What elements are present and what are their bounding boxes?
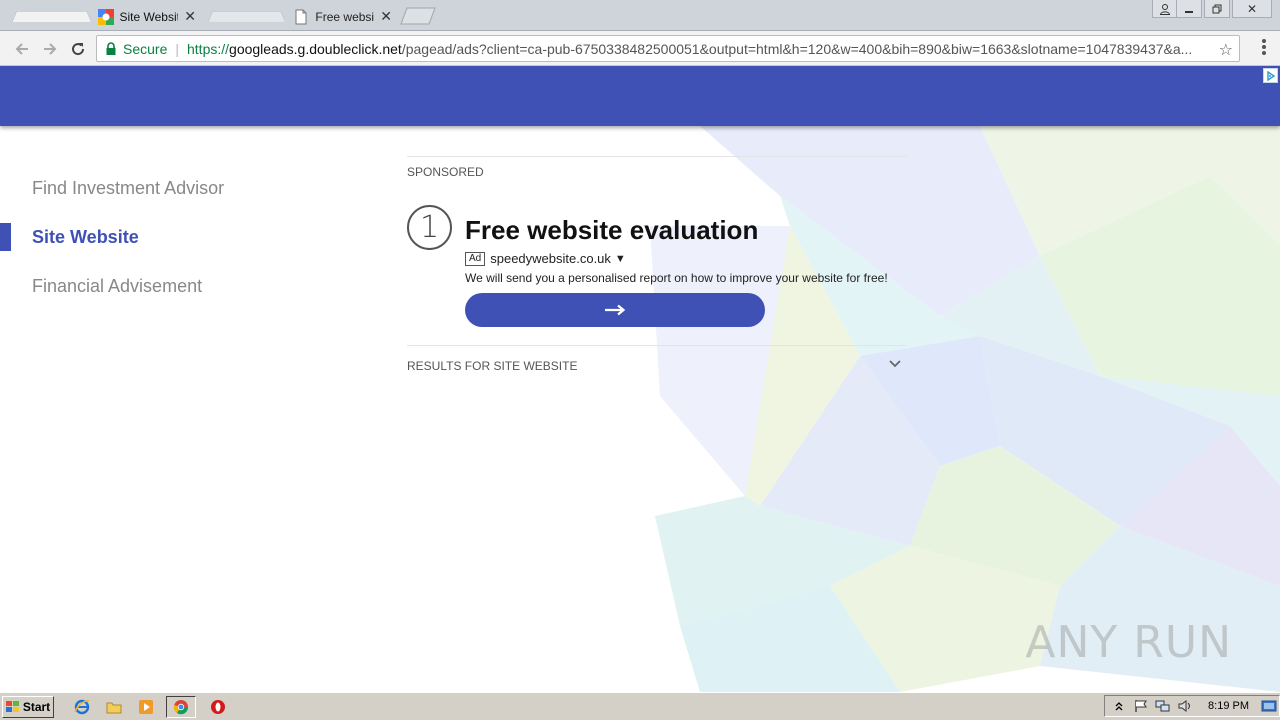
page-viewport: Find Investment Advisor Site Website Fin… [0, 66, 1280, 692]
sidebar-item-site-website[interactable]: Site Website [0, 213, 224, 262]
windows-logo-icon [5, 700, 19, 712]
chevron-down-icon [889, 360, 901, 368]
start-button[interactable]: Start [2, 695, 54, 718]
bookmark-star-icon[interactable]: ☆ [1219, 40, 1233, 60]
ad-description: We will send you a personalised report o… [465, 271, 888, 285]
ad-result: 1 Free website evaluation Ad speedywebsi… [407, 205, 907, 345]
back-icon[interactable] [10, 37, 34, 61]
volume-icon[interactable] [1177, 699, 1193, 713]
browser-toolbar: Secure | https://googleads.g.doubleclick… [0, 31, 1280, 66]
restore-icon[interactable] [1204, 0, 1230, 18]
related-searches-nav: Find Investment Advisor Site Website Fin… [0, 164, 224, 311]
url-text[interactable]: https://googleads.g.doubleclick.net/page… [187, 41, 1207, 57]
close-icon[interactable]: ✕ [380, 8, 392, 25]
ad-title-link[interactable]: Free website evaluation [465, 215, 758, 246]
divider [407, 156, 907, 157]
show-hidden-icons[interactable] [1111, 699, 1127, 713]
tab-strip: Site Website - Ads by Google ✕ Free webs… [0, 0, 1280, 31]
lock-icon [106, 42, 116, 55]
google-ads-favicon-icon [97, 8, 114, 25]
sidebar-item-find-investment-advisor[interactable]: Find Investment Advisor [0, 164, 224, 213]
window-controls: ✕ [1176, 0, 1272, 20]
sponsored-label: SPONSORED [407, 165, 484, 179]
ad-results: SPONSORED 1 Free website evaluation Ad s… [407, 156, 907, 386]
internet-explorer-icon[interactable] [72, 697, 92, 717]
user-profile-icon[interactable] [1152, 0, 1178, 18]
taskbar: Start 8:19 PM [0, 692, 1280, 720]
sidebar-item-financial-advisement[interactable]: Financial Advisement [0, 262, 224, 311]
url-path: /pagead/ads?client=ca-pub-67503384825000… [401, 40, 1193, 57]
result-number: 1 [407, 205, 452, 250]
arrow-right-icon [605, 304, 626, 316]
network-icon[interactable] [1155, 699, 1171, 713]
new-tab-button[interactable] [400, 7, 436, 25]
tab-shape [208, 11, 286, 23]
close-icon[interactable]: ✕ [184, 8, 196, 25]
ad-visit-button[interactable] [465, 293, 765, 327]
tab-title: Site Website - Ads by Google [119, 9, 179, 24]
show-desktop-icon[interactable] [1261, 699, 1277, 713]
chrome-taskbar-icon[interactable] [166, 695, 196, 718]
anyrun-watermark: ANY RUN [1025, 617, 1232, 668]
media-player-icon[interactable] [136, 697, 156, 717]
tab-site-website[interactable]: Site Website - Ads by Google ✕ [4, 2, 204, 31]
ad-badge: Ad [465, 251, 486, 266]
divider: | [175, 40, 179, 57]
action-center-flag-icon[interactable] [1133, 699, 1149, 713]
start-label: Start [22, 699, 51, 714]
url-scheme: https:// [187, 40, 230, 57]
file-explorer-icon[interactable] [104, 697, 124, 717]
ad-domain-link[interactable]: speedywebsite.co.uk [490, 251, 611, 266]
secure-label: Secure [123, 40, 168, 57]
minimize-icon[interactable] [1176, 0, 1202, 18]
tab-free-website-report[interactable]: Free website report - evaluation ✕ [200, 2, 400, 31]
chevron-down-icon[interactable]: ▼ [615, 253, 626, 265]
page-icon [295, 9, 307, 24]
ad-header-bar [0, 66, 1280, 126]
clock[interactable]: 8:19 PM [1208, 700, 1249, 712]
address-bar[interactable]: Secure | https://googleads.g.doubleclick… [96, 35, 1240, 62]
ad-domain-line: Ad speedywebsite.co.uk ▼ [465, 251, 626, 266]
adchoices-icon[interactable] [1263, 68, 1278, 83]
tab-shape [12, 10, 92, 23]
tab-title: Free website report - evaluation [315, 9, 375, 24]
close-window-icon[interactable]: ✕ [1232, 0, 1272, 18]
url-host: googleads.g.doubleclick.net [229, 40, 402, 57]
results-for-toggle[interactable]: RESULTS FOR SITE WEBSITE [407, 346, 907, 386]
forward-icon[interactable] [38, 37, 62, 61]
reload-icon[interactable] [66, 37, 90, 61]
system-tray: 8:19 PM [1104, 695, 1280, 717]
opera-icon[interactable] [208, 697, 228, 717]
results-for-label: RESULTS FOR SITE WEBSITE [407, 359, 578, 373]
browser-menu-icon[interactable] [1262, 39, 1266, 57]
